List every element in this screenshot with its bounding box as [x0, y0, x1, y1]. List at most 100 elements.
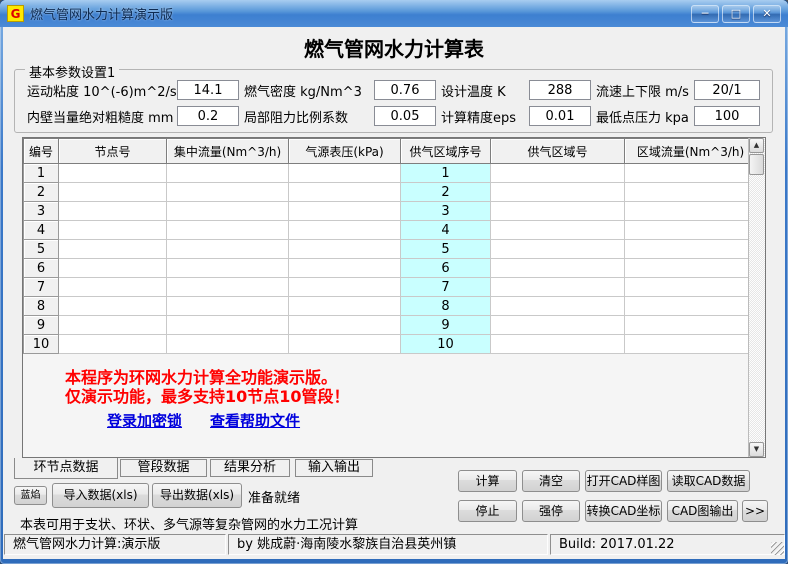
- param-input-local-resistance[interactable]: [374, 106, 436, 126]
- grid-rowheader-cell[interactable]: 2: [24, 183, 59, 202]
- param-input-viscosity[interactable]: [177, 80, 239, 100]
- grid-cell[interactable]: 6: [401, 259, 491, 278]
- grid-cell[interactable]: [289, 259, 401, 278]
- tab-result-analysis[interactable]: 结果分析: [210, 459, 290, 477]
- grid-rowheader-cell[interactable]: 6: [24, 259, 59, 278]
- param-input-velocity-limit[interactable]: [694, 80, 760, 100]
- grid-header-cell[interactable]: 集中流量(Nm^3/h): [167, 139, 289, 164]
- grid-cell[interactable]: [625, 202, 757, 221]
- brand-button[interactable]: 蓝焰: [14, 486, 47, 505]
- grid-cell[interactable]: [289, 316, 401, 335]
- grid-cell[interactable]: [59, 164, 167, 183]
- grid-rowheader-cell[interactable]: 7: [24, 278, 59, 297]
- grid-rowheader-cell[interactable]: 3: [24, 202, 59, 221]
- grid-header-cell[interactable]: 区域流量(Nm^3/h): [625, 139, 757, 164]
- grid-cell[interactable]: [625, 278, 757, 297]
- tab-pipe-data[interactable]: 管段数据: [120, 459, 207, 477]
- read-cad-data-button[interactable]: 读取CAD数据: [667, 470, 750, 492]
- grid-cell[interactable]: [625, 259, 757, 278]
- grid-rowheader-cell[interactable]: 9: [24, 316, 59, 335]
- grid-cell[interactable]: [491, 316, 625, 335]
- grid-cell[interactable]: [491, 183, 625, 202]
- grid-cell[interactable]: [289, 335, 401, 354]
- grid-cell[interactable]: [625, 316, 757, 335]
- grid-cell[interactable]: [167, 164, 289, 183]
- param-input-temperature[interactable]: [529, 80, 591, 100]
- grid-cell[interactable]: 1: [401, 164, 491, 183]
- grid-cell[interactable]: [625, 240, 757, 259]
- param-input-roughness[interactable]: [177, 106, 239, 126]
- grid-cell[interactable]: [59, 278, 167, 297]
- grid-rowheader-cell[interactable]: 5: [24, 240, 59, 259]
- grid-cell[interactable]: 7: [401, 278, 491, 297]
- resize-grip[interactable]: [771, 542, 784, 555]
- grid-cell[interactable]: [167, 221, 289, 240]
- cad-output-button[interactable]: CAD图输出: [667, 500, 738, 522]
- grid-cell[interactable]: [625, 297, 757, 316]
- grid-header-cell[interactable]: 供气区域号: [491, 139, 625, 164]
- grid-cell[interactable]: 8: [401, 297, 491, 316]
- grid-cell[interactable]: [491, 297, 625, 316]
- grid-cell[interactable]: 10: [401, 335, 491, 354]
- more-button[interactable]: >>: [742, 500, 768, 522]
- grid-cell[interactable]: [491, 221, 625, 240]
- grid-header-cell[interactable]: 节点号: [59, 139, 167, 164]
- scroll-up-icon[interactable]: ▲: [749, 138, 764, 153]
- grid-cell[interactable]: [167, 183, 289, 202]
- close-button[interactable]: ✕: [753, 5, 781, 23]
- grid-cell[interactable]: [289, 164, 401, 183]
- grid-cell[interactable]: [289, 183, 401, 202]
- export-xls-button[interactable]: 导出数据(xls): [152, 483, 242, 508]
- grid-cell[interactable]: [491, 240, 625, 259]
- clear-button[interactable]: 清空: [522, 470, 580, 492]
- grid-cell[interactable]: 2: [401, 183, 491, 202]
- grid-cell[interactable]: [167, 259, 289, 278]
- open-cad-sample-button[interactable]: 打开CAD样图: [585, 470, 662, 492]
- grid-rowheader-cell[interactable]: 1: [24, 164, 59, 183]
- grid-cell[interactable]: [289, 221, 401, 240]
- grid-cell[interactable]: [625, 221, 757, 240]
- grid-header-cell[interactable]: 供气区域序号: [401, 139, 491, 164]
- grid-cell[interactable]: [625, 183, 757, 202]
- grid-cell[interactable]: [59, 221, 167, 240]
- grid-cell[interactable]: [289, 297, 401, 316]
- help-file-link[interactable]: 查看帮助文件: [210, 410, 300, 431]
- app-icon[interactable]: G: [7, 5, 24, 22]
- tab-input-output[interactable]: 输入输出: [295, 459, 373, 477]
- grid-cell[interactable]: [167, 335, 289, 354]
- grid-cell[interactable]: 3: [401, 202, 491, 221]
- login-dongle-link[interactable]: 登录加密锁: [107, 410, 182, 431]
- vertical-scrollbar[interactable]: ▲ ▼: [748, 138, 765, 457]
- param-input-min-pressure[interactable]: [694, 106, 760, 126]
- grid-cell[interactable]: [59, 202, 167, 221]
- grid-cell[interactable]: 5: [401, 240, 491, 259]
- grid-cell[interactable]: [491, 164, 625, 183]
- tab-node-data[interactable]: 环节点数据: [14, 458, 118, 479]
- grid-cell[interactable]: [59, 259, 167, 278]
- grid-cell[interactable]: [59, 183, 167, 202]
- grid-rowheader-cell[interactable]: 4: [24, 221, 59, 240]
- minimize-button[interactable]: ─: [691, 5, 719, 23]
- grid-cell[interactable]: [167, 316, 289, 335]
- grid-cell[interactable]: [167, 278, 289, 297]
- grid-cell[interactable]: [167, 297, 289, 316]
- import-xls-button[interactable]: 导入数据(xls): [52, 483, 149, 508]
- grid-cell[interactable]: [491, 278, 625, 297]
- scroll-down-icon[interactable]: ▼: [749, 442, 764, 457]
- grid-cell[interactable]: [625, 164, 757, 183]
- grid-cell[interactable]: 9: [401, 316, 491, 335]
- grid-cell[interactable]: [59, 335, 167, 354]
- grid-cell[interactable]: [289, 240, 401, 259]
- maximize-button[interactable]: □: [722, 5, 750, 23]
- grid-cell[interactable]: [491, 335, 625, 354]
- grid-cell[interactable]: [289, 278, 401, 297]
- grid-rowheader-cell[interactable]: 10: [24, 335, 59, 354]
- grid-cell[interactable]: [491, 259, 625, 278]
- stop-button[interactable]: 停止: [458, 500, 517, 522]
- param-input-density[interactable]: [374, 80, 436, 100]
- grid-rowheader-cell[interactable]: 8: [24, 297, 59, 316]
- grid-cell[interactable]: [167, 202, 289, 221]
- grid-cell[interactable]: [289, 202, 401, 221]
- convert-cad-coords-button[interactable]: 转换CAD坐标: [585, 500, 662, 522]
- grid-cell[interactable]: [625, 335, 757, 354]
